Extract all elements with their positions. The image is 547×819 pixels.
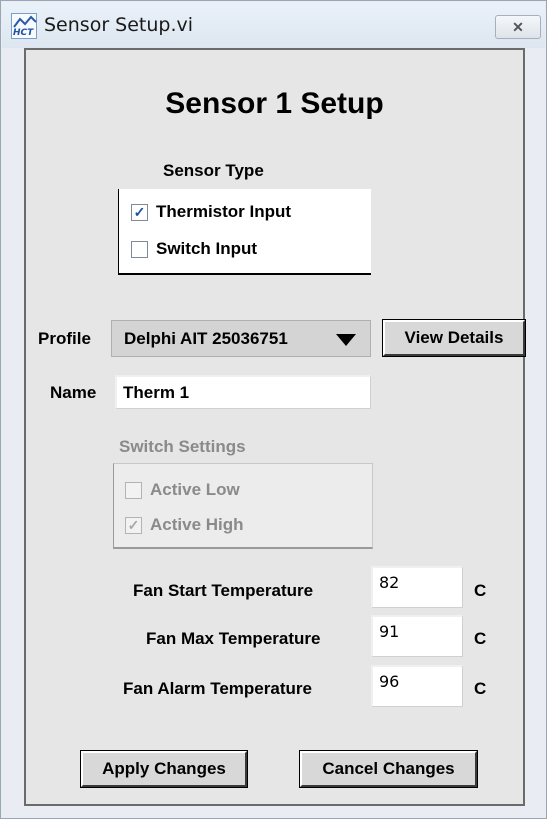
apply-changes-button[interactable]: Apply Changes	[80, 750, 248, 788]
hct-app-icon: HCT	[11, 13, 37, 39]
close-button[interactable]: ✕	[495, 15, 541, 39]
active-high-option: ✓ Active High	[125, 515, 244, 535]
view-details-button[interactable]: View Details	[382, 319, 526, 357]
page-title: Sensor 1 Setup	[165, 87, 384, 120]
switch-input-checkbox[interactable]	[131, 240, 148, 258]
active-high-checkbox: ✓	[125, 516, 142, 534]
fan-max-temperature-unit: C	[474, 629, 487, 648]
thermistor-input-label: Thermistor Input	[156, 202, 292, 221]
fan-alarm-temperature-label: Fan Alarm Temperature	[123, 679, 312, 698]
switch-input-option[interactable]: Switch Input	[131, 239, 257, 259]
fan-max-temperature-label: Fan Max Temperature	[146, 629, 321, 648]
switch-settings-group	[113, 463, 373, 549]
close-icon: ✕	[512, 19, 524, 35]
fan-start-temperature-unit: C	[474, 581, 487, 600]
fan-start-temperature-field[interactable]: 82	[371, 566, 463, 608]
switch-settings-heading: Switch Settings	[119, 437, 246, 456]
active-low-option: Active Low	[125, 480, 240, 500]
profile-selected-value: Delphi AIT 25036751	[124, 328, 288, 348]
profile-dropdown[interactable]: Delphi AIT 25036751	[111, 320, 371, 357]
thermistor-input-checkbox[interactable]: ✓	[131, 203, 148, 221]
thermistor-input-option[interactable]: ✓ Thermistor Input	[131, 202, 291, 222]
name-field[interactable]: Therm 1	[115, 375, 371, 409]
name-label: Name	[50, 383, 97, 402]
title-bar: HCT Sensor Setup.vi ✕	[2, 2, 545, 48]
sensor-type-heading: Sensor Type	[163, 161, 264, 180]
active-low-checkbox	[125, 481, 142, 499]
dropdown-arrow-icon	[336, 334, 356, 346]
profile-label: Profile	[38, 329, 91, 348]
fan-start-temperature-label: Fan Start Temperature	[133, 581, 314, 600]
switch-input-label: Switch Input	[156, 239, 258, 258]
fan-alarm-temperature-field[interactable]: 96	[371, 665, 463, 707]
window-title: Sensor Setup.vi	[44, 14, 194, 36]
active-low-label: Active Low	[150, 480, 240, 499]
sensor-setup-window: HCT Sensor Setup.vi ✕ Sensor 1 Setup Sen…	[0, 0, 547, 819]
app-icon-text: HCT	[13, 28, 34, 38]
fan-alarm-temperature-unit: C	[474, 679, 487, 698]
cancel-changes-button[interactable]: Cancel Changes	[299, 750, 478, 788]
fan-max-temperature-field[interactable]: 91	[371, 615, 463, 657]
active-high-label: Active High	[150, 515, 244, 534]
